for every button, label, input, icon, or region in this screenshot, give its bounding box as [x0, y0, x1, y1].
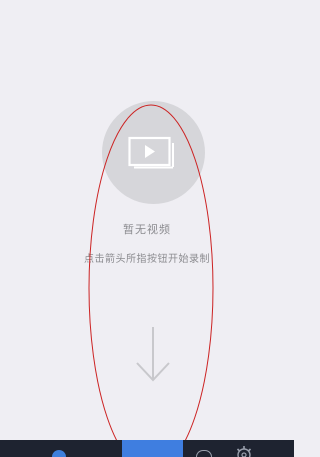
empty-state-title: 暂无视频 [123, 223, 171, 236]
record-tab-button[interactable] [122, 440, 183, 457]
bottom-navigation-bar [0, 440, 294, 457]
gear-icon[interactable] [234, 445, 254, 457]
empty-state-circle [102, 101, 205, 204]
arrow-down-icon [136, 327, 170, 382]
cloud-icon[interactable] [196, 450, 212, 457]
empty-video-screen: 暂无视频 点击箭头所指按钮开始录制 [0, 0, 294, 457]
profile-icon[interactable] [52, 450, 66, 457]
empty-state-hint: 点击箭头所指按钮开始录制 [84, 254, 210, 265]
video-play-icon [128, 136, 174, 169]
